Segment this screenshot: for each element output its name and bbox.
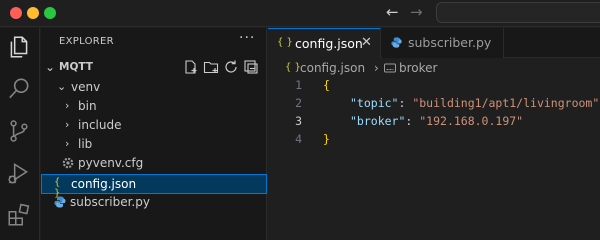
- workspace-name: MQTT: [59, 61, 93, 73]
- line-number: 1: [295, 78, 302, 92]
- more-actions-icon[interactable]: ···: [239, 30, 255, 46]
- tree-folder-bin[interactable]: › bin: [41, 97, 267, 117]
- tree-folder-include[interactable]: › include: [41, 116, 267, 136]
- activity-bar: [0, 28, 40, 240]
- line-number: 4: [295, 132, 302, 146]
- tree-item-label: lib: [78, 137, 93, 151]
- chevron-right-icon: ›: [65, 118, 70, 131]
- forward-arrow-icon[interactable]: →: [410, 3, 423, 21]
- json-file-icon: { }: [54, 177, 61, 199]
- breadcrumb: { } config.json › broker: [268, 58, 600, 78]
- tree-file-config-json[interactable]: { } config.json: [41, 174, 267, 199]
- tree-file-subscriber-py[interactable]: subscriber.py: [41, 193, 267, 213]
- source-control-icon[interactable]: [6, 118, 32, 144]
- tree-file-pyvenv-cfg[interactable]: pyvenv.cfg: [41, 154, 267, 174]
- json-file-icon: { }: [285, 62, 301, 73]
- python-icon: [390, 36, 403, 52]
- code-text: "topic": "building1/apt1/livingroom",: [350, 96, 600, 110]
- json-colon: :: [405, 114, 420, 128]
- json-colon: :: [398, 96, 413, 110]
- tree-item-label: pyvenv.cfg: [78, 156, 144, 170]
- collapse-all-icon[interactable]: [243, 59, 259, 75]
- breadcrumb-separator: ›: [374, 61, 379, 75]
- editor-tabs: { } config.json ✕ subscriber.py: [268, 28, 600, 58]
- refresh-icon[interactable]: [223, 59, 239, 75]
- run-debug-icon[interactable]: [6, 160, 32, 186]
- tab-config-json[interactable]: { } config.json ✕: [268, 28, 381, 58]
- json-key: "topic": [350, 96, 399, 110]
- new-folder-icon[interactable]: [203, 59, 219, 75]
- tree-folder-lib[interactable]: › lib: [41, 135, 267, 155]
- tree-item-label: include: [78, 118, 122, 132]
- close-icon[interactable]: ✕: [361, 35, 372, 50]
- code-line: 4 }: [268, 132, 600, 150]
- python-icon: [53, 195, 67, 209]
- code-text: "broker": "192.168.0.197": [350, 114, 523, 128]
- breadcrumb-symbol[interactable]: broker: [399, 61, 437, 75]
- json-string-value: "building1/apt1/livingroom": [412, 96, 600, 110]
- minimize-window-button[interactable]: [27, 7, 39, 19]
- code-editor[interactable]: 1 { 2 "topic": "building1/apt1/livingroo…: [268, 78, 600, 240]
- code-line-current: 3 "broker": "192.168.0.197": [268, 114, 600, 132]
- json-string-value: "192.168.0.197": [419, 114, 524, 128]
- chevron-down-icon: ⌄: [57, 80, 67, 93]
- gear-icon: [61, 156, 75, 170]
- json-open-brace: {: [323, 78, 330, 92]
- json-key: "broker": [350, 114, 406, 128]
- extensions-icon[interactable]: [6, 202, 32, 228]
- breadcrumb-file[interactable]: config.json: [300, 61, 365, 75]
- tab-label: config.json: [295, 36, 363, 51]
- line-number: 2: [295, 96, 302, 110]
- chevron-right-icon: ›: [65, 137, 70, 150]
- code-line: 1 {: [268, 78, 600, 96]
- back-arrow-icon[interactable]: ←: [386, 3, 399, 21]
- workspace-section-header[interactable]: ⌄ MQTT: [41, 58, 267, 78]
- new-file-icon[interactable]: [183, 59, 199, 75]
- line-number: 3: [295, 114, 302, 128]
- title-bar: ← →: [0, 0, 600, 27]
- command-center-search[interactable]: [436, 2, 600, 23]
- json-close-brace: }: [323, 132, 330, 146]
- chevron-down-icon: ⌄: [45, 60, 56, 74]
- tree-item-label: venv: [71, 80, 101, 94]
- tab-label: subscriber.py: [408, 35, 492, 50]
- tree-item-label: subscriber.py: [70, 195, 150, 209]
- explorer-sidebar: EXPLORER ··· ⌄ MQTT ⌄ venv › bin › inclu…: [41, 28, 267, 240]
- tab-subscriber-py[interactable]: subscriber.py: [382, 28, 504, 58]
- tree-item-label: bin: [78, 99, 97, 113]
- tree-folder-venv[interactable]: ⌄ venv: [41, 78, 267, 98]
- code-line: 2 "topic": "building1/apt1/livingroom",: [268, 96, 600, 114]
- chevron-right-icon: ›: [65, 99, 70, 112]
- json-file-icon: { }: [277, 37, 293, 48]
- explorer-icon[interactable]: [6, 34, 32, 60]
- tree-item-label: config.json: [71, 177, 137, 191]
- zoom-window-button[interactable]: [44, 7, 56, 19]
- explorer-title: EXPLORER: [59, 36, 114, 47]
- search-icon[interactable]: [6, 76, 32, 102]
- close-window-button[interactable]: [10, 7, 22, 19]
- symbol-string-icon: [384, 62, 396, 77]
